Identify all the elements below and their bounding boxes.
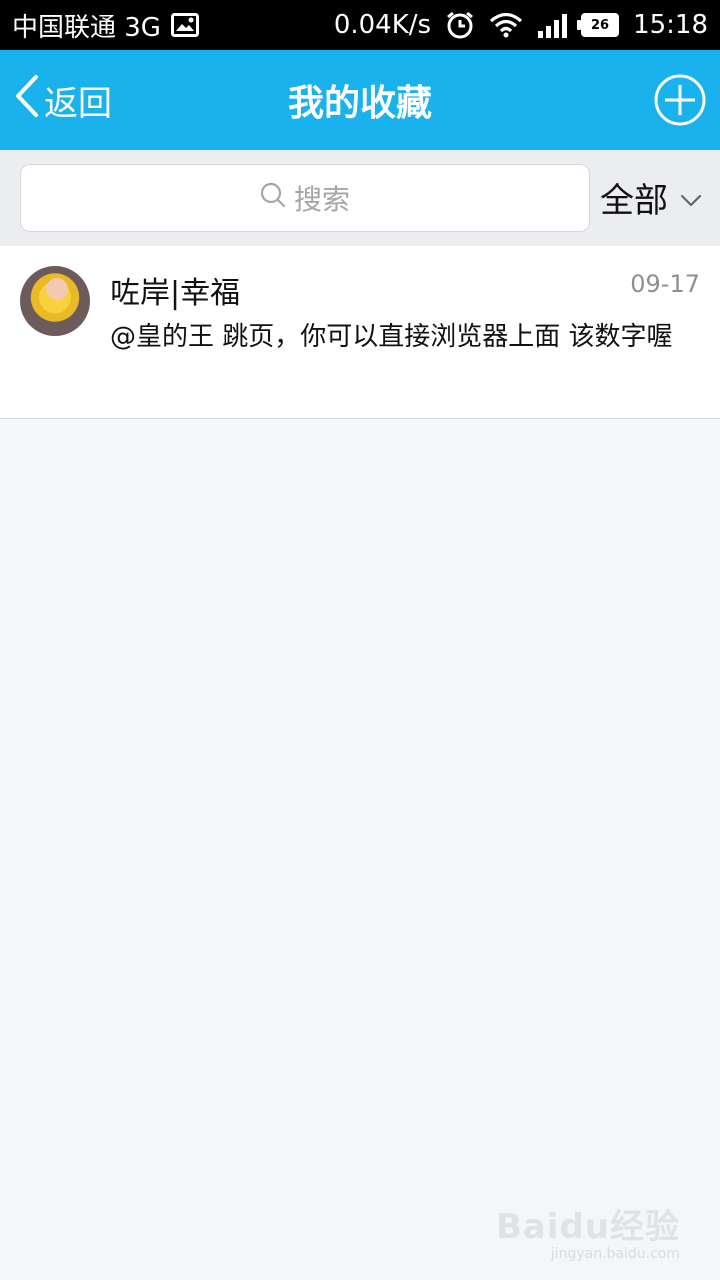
add-button[interactable] — [654, 74, 706, 126]
favorite-item[interactable]: 咗岸|幸福 09-17 @皇的王 跳页，你可以直接浏览器上面 该数字喔 — [0, 246, 720, 419]
watermark-url: jingyan.baidu.com — [550, 1246, 680, 1262]
search-icon — [260, 182, 286, 215]
filter-label: 全部 — [600, 180, 668, 221]
battery-level: 26 — [591, 17, 610, 33]
carrier-label: 中国联通 3G — [12, 12, 161, 43]
network-speed: 0.04K/s — [333, 10, 432, 40]
chevron-down-icon — [680, 177, 702, 217]
signal-icon — [537, 12, 568, 38]
alarm-icon — [445, 10, 475, 40]
sender-name: 咗岸|幸福 — [110, 276, 241, 311]
battery-icon: 26 — [577, 13, 620, 37]
nav-header: 返回 我的收藏 — [0, 50, 720, 150]
watermark: Baidu经验 jingyan.baidu.com — [496, 1199, 680, 1262]
back-label: 返回 — [44, 83, 112, 124]
filter-dropdown[interactable]: 全部 — [600, 164, 710, 230]
search-bar: 搜索 全部 — [0, 150, 720, 246]
search-placeholder: 搜索 — [293, 183, 350, 216]
watermark-logo: Baidu经验 — [495, 1207, 680, 1247]
status-bar: 中国联通 3G 0.04K/s 26 15:18 — [0, 0, 720, 50]
avatar[interactable] — [20, 266, 90, 336]
wifi-icon — [489, 12, 523, 38]
chevron-left-icon — [14, 74, 40, 127]
item-message: @皇的王 跳页，你可以直接浏览器上面 该数字喔 — [110, 322, 673, 352]
back-button[interactable]: 返回 — [14, 50, 112, 150]
image-icon — [170, 13, 199, 37]
plus-circle-icon — [654, 74, 706, 126]
clock: 15:18 — [633, 10, 708, 40]
item-date: 09-17 — [630, 270, 700, 298]
search-input[interactable]: 搜索 — [20, 164, 590, 232]
